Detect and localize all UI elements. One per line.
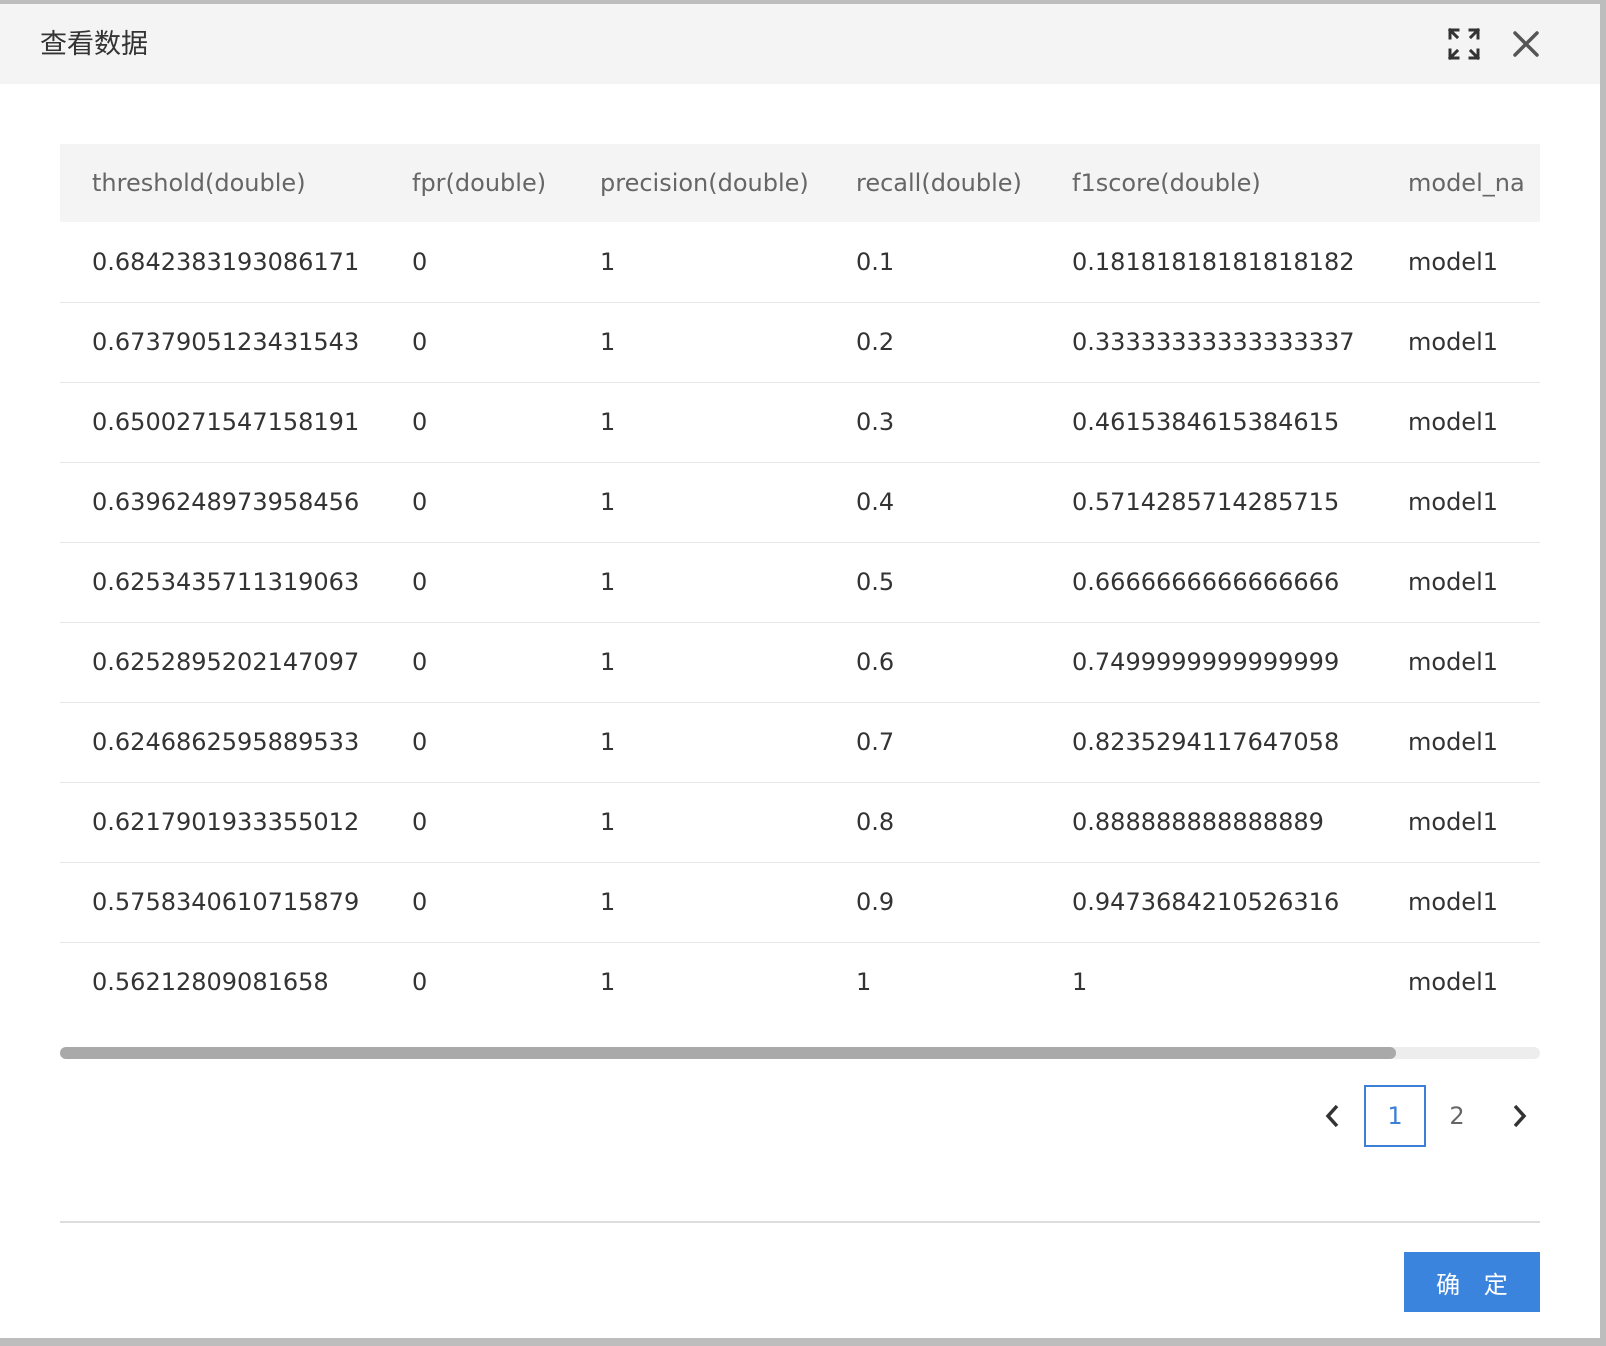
column-header: f1score(double) [1072,169,1261,197]
table-cell: 0.6737905123431543 [92,328,360,356]
data-table: threshold(double) fpr(double) precision(… [60,144,1540,1022]
horizontal-scrollbar[interactable] [60,1047,1540,1059]
table-cell: 0.6 [856,648,895,676]
scrollbar-thumb[interactable] [60,1047,1396,1059]
table-cell: 0.6500271547158191 [92,408,360,436]
table-cell: 0.6666666666666666 [1072,568,1340,596]
table-cell: 0.6217901933355012 [92,808,360,836]
next-page-icon[interactable] [1488,1084,1552,1148]
table-row: 0.6252895202147097 0 1 0.6 0.749999999999999… [60,622,1540,702]
table-cell: 0.1 [856,247,895,276]
table-row: 0.6217901933355012 0 1 0.8 0.888888888888889… [60,782,1540,862]
table-cell: 0.9 [856,888,895,916]
table-cell: 0.6252895202147097 [92,648,360,676]
view-data-dialog: 查看数据 threshold(double) fpr(double) preci… [0,4,1600,1338]
footer-divider [60,1221,1540,1223]
table-row: 0.6253435711319063 0 1 0.5 0.666666666666666… [60,542,1540,622]
table-cell: 0.6842383193086171 [92,247,360,276]
table-cell: 1 [600,568,616,596]
table-cell: 1 [600,968,616,997]
table-row: 0.6842383193086171 0 1 0.1 0.181818181818181… [60,222,1540,302]
table-cell: 0 [412,808,428,836]
table-cell: 0.5 [856,568,895,596]
page-button-2[interactable]: 2 [1426,1085,1488,1147]
table-cell: 0 [412,408,428,436]
table-cell: model1 [1408,408,1498,436]
table-cell: 0.4615384615384615 [1072,408,1340,436]
table-cell: 1 [600,408,616,436]
fullscreen-icon[interactable] [1446,26,1482,62]
table-header-row: threshold(double) fpr(double) precision(… [60,144,1540,222]
table-cell: 0 [412,888,428,916]
table-cell: 0.6396248973958456 [92,488,360,516]
table-cell: model1 [1408,968,1498,997]
table-cell: 0.3 [856,408,895,436]
data-table-container[interactable]: threshold(double) fpr(double) precision(… [60,144,1540,1044]
table-cell: 1 [600,728,616,756]
table-row: 0.6737905123431543 0 1 0.2 0.333333333333333… [60,302,1540,382]
table-cell: 0 [412,968,428,997]
table-cell: 1 [600,328,616,356]
table-cell: 0.7499999999999999 [1072,648,1340,676]
confirm-button[interactable]: 确 定 [1404,1252,1540,1312]
table-cell: model1 [1408,888,1498,916]
table-cell: 1 [600,808,616,836]
table-cell: model1 [1408,247,1498,276]
table-cell: 0.56212809081658 [92,968,329,997]
table-cell: 1 [600,888,616,916]
pagination: 1 2 [1300,1084,1552,1148]
table-cell: 0.5714285714285715 [1072,488,1340,516]
table-cell: 0.9473684210526316 [1072,888,1340,916]
table-cell: model1 [1408,328,1498,356]
table-cell: 0 [412,568,428,596]
column-header: model_na [1408,169,1525,197]
table-cell: 0 [412,648,428,676]
table-cell: model1 [1408,648,1498,676]
table-row: 0.6246862595889533 0 1 0.7 0.823529411764705… [60,702,1540,782]
close-icon[interactable] [1508,26,1544,62]
table-cell: 0.7 [856,728,895,756]
table-cell: 0.5758340610715879 [92,888,360,916]
table-cell: 0.6253435711319063 [92,568,360,596]
table-cell: 0 [412,328,428,356]
dialog-header: 查看数据 [0,4,1600,84]
page-button-1[interactable]: 1 [1364,1085,1426,1147]
table-row: 0.5758340610715879 0 1 0.9 0.947368421052631… [60,862,1540,942]
table-cell: model1 [1408,568,1498,596]
table-cell: 0.8235294117647058 [1072,728,1340,756]
table-row: 0.56212809081658 0 1 1 1 model1 [60,942,1540,1022]
table-cell: 0.33333333333333337 [1072,328,1355,356]
table-cell: model1 [1408,488,1498,516]
table-cell: 1 [600,247,616,276]
table-cell: 0 [412,247,428,276]
dialog-title: 查看数据 [40,29,148,60]
column-header: fpr(double) [412,169,547,197]
table-cell: 1 [600,648,616,676]
table-cell: 0.18181818181818182 [1072,247,1355,276]
column-header: recall(double) [856,169,1022,197]
table-cell: 1 [1072,968,1088,997]
table-cell: 0.8 [856,808,895,836]
table-cell: 1 [600,488,616,516]
table-cell: model1 [1408,808,1498,836]
table-cell: 1 [856,968,872,997]
table-row: 0.6396248973958456 0 1 0.4 0.571428571428571… [60,462,1540,542]
column-header: threshold(double) [92,169,306,197]
prev-page-icon[interactable] [1300,1084,1364,1148]
table-row: 0.6500271547158191 0 1 0.3 0.461538461538461… [60,382,1540,462]
column-header: precision(double) [600,169,809,197]
table-cell: 0 [412,728,428,756]
table-cell: model1 [1408,728,1498,756]
table-cell: 0.888888888888889 [1072,808,1324,836]
table-cell: 0.6246862595889533 [92,728,360,756]
table-cell: 0 [412,488,428,516]
table-cell: 0.4 [856,488,895,516]
table-cell: 0.2 [856,328,895,356]
